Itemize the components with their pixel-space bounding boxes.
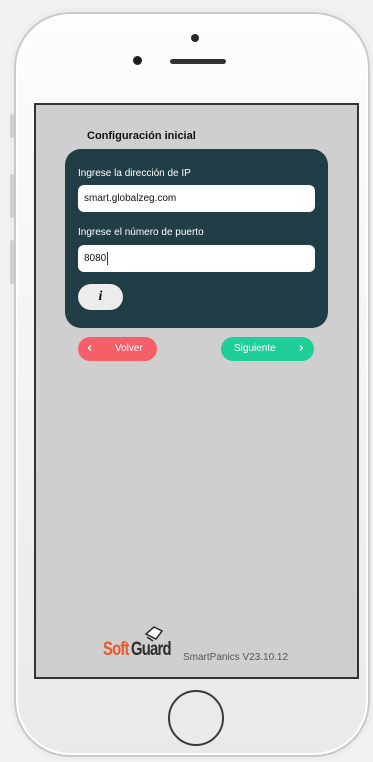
logo-soft-text: Soft: [103, 639, 129, 660]
text-caret: [107, 252, 109, 265]
page-title: Configuración inicial: [87, 130, 196, 142]
app-version: SmartPanics V23.10.12: [183, 652, 289, 663]
ip-input[interactable]: smart.globalzeg.com: [78, 185, 315, 212]
back-button[interactable]: ‹ Volver: [78, 337, 157, 361]
back-button-label: Volver: [115, 343, 143, 354]
ip-input-value: smart.globalzeg.com: [84, 193, 177, 204]
port-input-value: 8080: [84, 253, 107, 264]
side-button-volume-down: [10, 240, 14, 284]
chevron-left-icon: ‹: [87, 341, 93, 356]
softguard-logo: Soft Guard: [103, 623, 172, 663]
next-button[interactable]: Siguiente ›: [221, 337, 314, 361]
info-icon: i: [98, 289, 103, 304]
port-input[interactable]: 8080: [78, 245, 315, 272]
logo-guard-text: Guard: [131, 639, 172, 660]
side-button-volume-up: [10, 174, 14, 218]
server-config-card: Ingrese la dirección de IP smart.globalz…: [65, 149, 328, 328]
chevron-right-icon: ›: [298, 341, 304, 356]
next-button-label: Siguiente: [234, 343, 276, 354]
app-screen: Configuración inicial Ingrese la direcci…: [34, 103, 359, 679]
info-button[interactable]: i: [78, 284, 123, 310]
front-camera: [133, 56, 142, 65]
front-sensor: [191, 34, 199, 42]
earpiece-speaker: [170, 59, 226, 64]
ip-label: Ingrese la dirección de IP: [78, 168, 191, 179]
home-button[interactable]: [168, 690, 224, 746]
port-label: Ingrese el número de puerto: [78, 227, 204, 238]
side-button-top: [10, 114, 14, 138]
